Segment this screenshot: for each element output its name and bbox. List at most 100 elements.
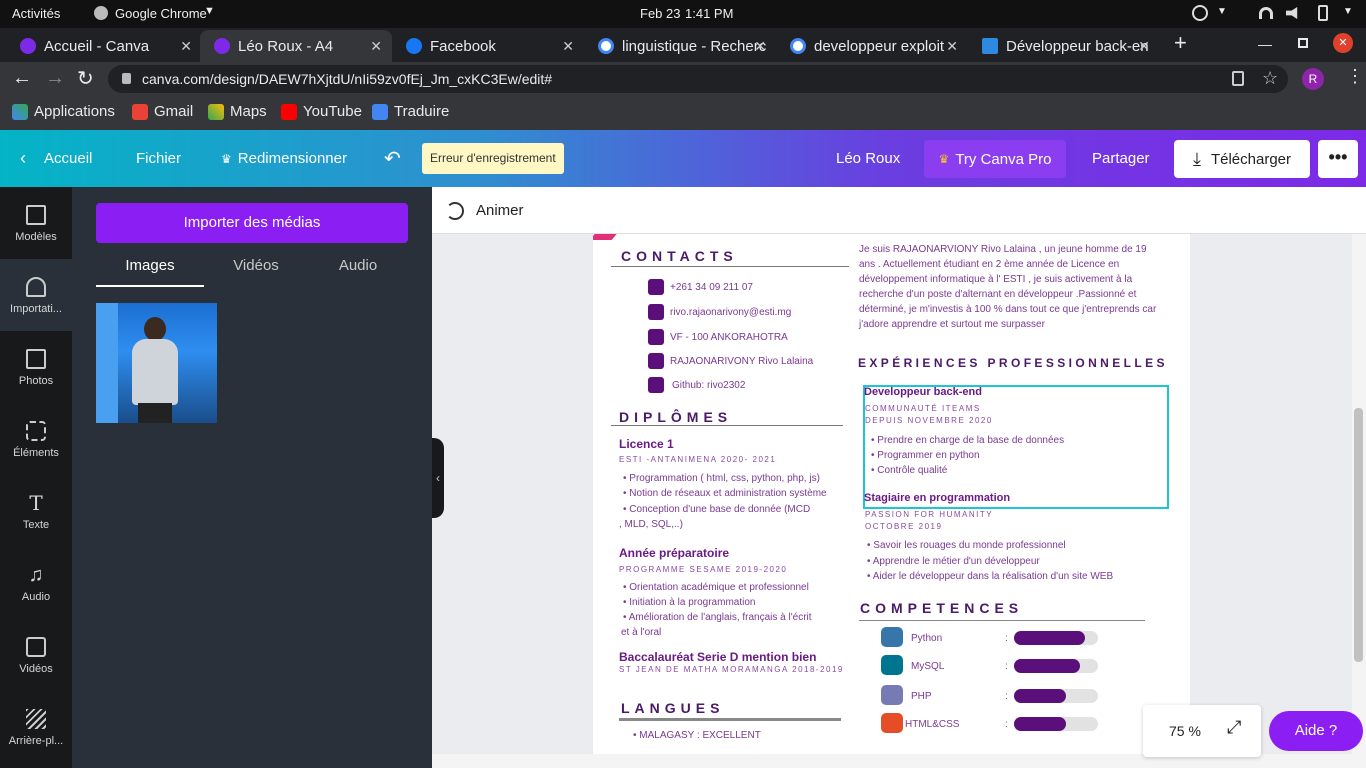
animate-icon[interactable]: [446, 202, 464, 220]
tab-label: linguistique - Recherc: [622, 37, 767, 55]
reload-icon[interactable]: ↻: [77, 66, 94, 91]
tab-leo-roux[interactable]: Léo Roux - A4 ✕: [200, 30, 392, 62]
system-top-bar: Activités Google Chrome ▼ Feb 23 1:41 PM…: [0, 0, 1366, 28]
share-button[interactable]: Partager: [1092, 130, 1150, 187]
sidebar-item-uploads[interactable]: Importati...: [0, 259, 72, 331]
tab-accueil-canva[interactable]: Accueil - Canva ✕: [6, 30, 202, 62]
bookmark-applications[interactable]: Applications: [12, 103, 115, 120]
app-menu[interactable]: Google Chrome: [115, 6, 207, 21]
bookmark-maps[interactable]: Maps: [208, 103, 267, 120]
skill-bar: [1014, 689, 1098, 703]
close-icon[interactable]: ✕: [946, 38, 958, 55]
tab-images[interactable]: Images: [96, 257, 204, 287]
minimize-button[interactable]: —: [1258, 36, 1272, 52]
volume-icon[interactable]: [1286, 7, 1298, 19]
document-name[interactable]: Léo Roux: [836, 130, 900, 187]
templates-icon: [26, 205, 46, 225]
download-button[interactable]: ⤓ Télécharger: [1174, 140, 1310, 178]
save-error-badge[interactable]: Erreur d'enregistrement: [422, 143, 564, 174]
collapse-panel-handle[interactable]: ‹: [432, 438, 444, 518]
canva-sidebar: Modèles Importati... Photos Éléments T Te…: [0, 187, 72, 768]
battery-icon[interactable]: [1318, 5, 1328, 21]
sidebar-item-elements[interactable]: Éléments: [0, 403, 72, 475]
vertical-scrollbar[interactable]: [1352, 234, 1366, 754]
chevron-down-icon[interactable]: ▼: [1343, 6, 1353, 17]
tab-developpeur-exploit[interactable]: developpeur exploit ✕: [776, 30, 968, 62]
uploaded-photo-thumbnail[interactable]: [96, 303, 217, 423]
skill-bar-fill: [1014, 717, 1066, 731]
experience-date: OCTOBRE 2019: [865, 522, 943, 531]
github-icon: [648, 377, 664, 393]
profile-avatar[interactable]: R: [1302, 68, 1324, 90]
skill-bar-fill: [1014, 689, 1066, 703]
tab-linguistique[interactable]: linguistique - Recherc ✕: [584, 30, 776, 62]
item-text: Programmer en python: [877, 450, 980, 461]
sidebar-item-audio[interactable]: ♫ Audio: [0, 547, 72, 619]
location-icon: [648, 329, 664, 345]
canva-icon: [214, 38, 230, 54]
close-icon[interactable]: ✕: [1138, 38, 1150, 55]
skill-name: MySQL: [911, 661, 945, 672]
crown-icon: ♛: [221, 151, 232, 166]
decorative-shape: [593, 234, 619, 240]
clock-date[interactable]: Feb 23: [640, 6, 680, 21]
help-button[interactable]: Aide ?: [1269, 711, 1363, 751]
url-text[interactable]: canva.com/design/DAEW7hXjtdU/nIi59zv0fEj…: [142, 71, 552, 87]
try-canva-pro-button[interactable]: ♛ Try Canva Pro: [924, 140, 1066, 178]
clock-time[interactable]: 1:41 PM: [685, 6, 733, 21]
sidebar-item-videos[interactable]: Vidéos: [0, 619, 72, 691]
share-label: Partager: [1092, 150, 1150, 167]
photo-person-hoodie: [132, 339, 178, 405]
skill-logo-icon: [881, 655, 903, 675]
import-media-button[interactable]: Importer des médias: [96, 203, 408, 243]
sidebar-item-templates[interactable]: Modèles: [0, 187, 72, 259]
tab-videos[interactable]: Vidéos: [204, 257, 308, 287]
accessibility-icon[interactable]: [1192, 5, 1208, 21]
close-icon[interactable]: ✕: [562, 38, 574, 55]
undo-button[interactable]: ↶: [384, 130, 401, 187]
home-button[interactable]: ‹ Accueil: [20, 130, 92, 187]
bookmark-gmail[interactable]: Gmail: [132, 103, 193, 120]
sidebar-item-photos[interactable]: Photos: [0, 331, 72, 403]
chevron-down-icon[interactable]: ▼: [1217, 6, 1227, 17]
diploma-item: • Notion de réseaux et administration sy…: [623, 488, 827, 499]
file-menu[interactable]: Fichier: [136, 130, 181, 187]
back-icon[interactable]: ←: [12, 67, 32, 90]
bookmark-traduire[interactable]: Traduire: [372, 103, 449, 120]
forward-icon[interactable]: →: [45, 67, 65, 90]
menu-icon[interactable]: ⋮: [1346, 66, 1364, 87]
photo-person-legs: [138, 403, 172, 423]
zoom-level[interactable]: 75 %: [1169, 723, 1201, 739]
activities-button[interactable]: Activités: [12, 6, 60, 21]
fullscreen-icon[interactable]: ⤢: [1227, 717, 1241, 738]
bookmark-youtube[interactable]: YouTube: [281, 103, 362, 120]
install-icon[interactable]: [1232, 71, 1244, 86]
phone-icon: [648, 279, 664, 295]
tab-developpeur-backend[interactable]: Développeur back-en ✕: [968, 30, 1160, 62]
close-icon[interactable]: ✕: [180, 38, 192, 55]
resize-button[interactable]: ♛ Redimensionner: [221, 130, 347, 187]
omnibox[interactable]: canva.com/design/DAEW7hXjtdU/nIi59zv0fEj…: [108, 65, 1288, 93]
maximize-button[interactable]: [1298, 38, 1308, 48]
experience-title: Stagiaire en programmation: [864, 492, 1011, 504]
scrollbar-thumb[interactable]: [1354, 408, 1363, 662]
close-window-button[interactable]: ✕: [1333, 33, 1353, 53]
close-icon[interactable]: ✕: [370, 38, 382, 55]
google-icon: [598, 38, 614, 54]
new-tab-button[interactable]: +: [1174, 30, 1187, 56]
tab-audio[interactable]: Audio: [308, 257, 408, 287]
chevron-left-icon: ‹: [20, 148, 26, 168]
sidebar-item-text[interactable]: T Texte: [0, 475, 72, 547]
animate-button[interactable]: Animer: [476, 202, 524, 219]
more-options-button[interactable]: •••: [1318, 140, 1358, 178]
diploma-item-cont: et à l'oral: [621, 627, 662, 638]
sidebar-item-background[interactable]: Arrière-pl...: [0, 691, 72, 763]
close-icon[interactable]: ✕: [754, 38, 766, 55]
zoom-control[interactable]: 75 % ⤢: [1143, 705, 1261, 757]
divider: [619, 718, 841, 721]
wifi-icon[interactable]: [1259, 7, 1273, 19]
lock-icon[interactable]: [122, 73, 131, 84]
cv-page[interactable]: CONTACTS +261 34 09 211 07 rivo.rajaonar…: [593, 234, 1190, 754]
star-icon[interactable]: ☆: [1262, 68, 1278, 89]
tab-facebook[interactable]: Facebook ✕: [392, 30, 584, 62]
